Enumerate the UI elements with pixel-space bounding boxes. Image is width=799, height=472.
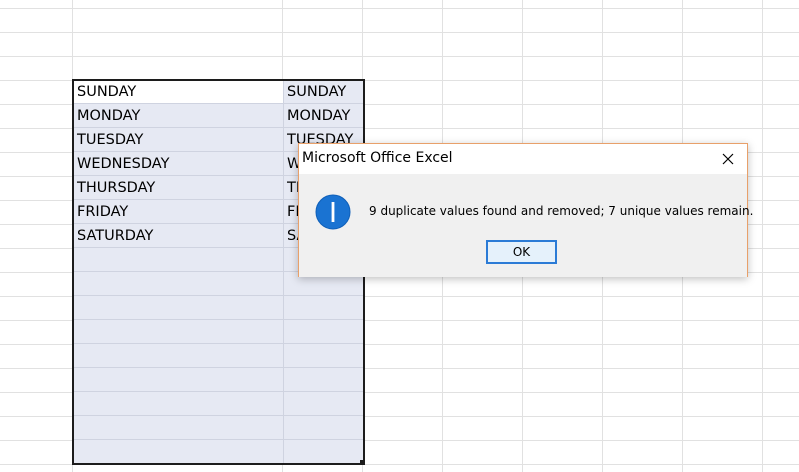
info-icon: [315, 194, 351, 230]
selection-row-line: [74, 367, 363, 368]
dialog-titlebar[interactable]: Microsoft Office Excel: [299, 144, 747, 174]
cell-b1[interactable]: SUNDAY: [287, 80, 363, 104]
selection-row-line: [74, 391, 363, 392]
selection-row-line: [74, 415, 363, 416]
cell-b2[interactable]: MONDAY: [287, 104, 363, 128]
column-divider: [283, 81, 284, 463]
cell-a5[interactable]: THURSDAY: [77, 176, 155, 200]
cell-a3[interactable]: TUESDAY: [77, 128, 143, 152]
fill-handle[interactable]: [360, 460, 365, 465]
dialog-body: 9 duplicate values found and removed; 7 …: [299, 174, 753, 277]
dialog-title: Microsoft Office Excel: [302, 150, 453, 166]
selection-row-line: [74, 319, 363, 320]
cell-a4[interactable]: WEDNESDAY: [77, 152, 169, 176]
row-gridline: [0, 56, 799, 57]
row-gridline: [0, 8, 799, 9]
cell-a1[interactable]: SUNDAY: [77, 80, 136, 104]
column-gridline: [762, 0, 763, 472]
message-dialog: Microsoft Office Excel 9 duplicate value…: [298, 143, 753, 277]
cell-a6[interactable]: FRIDAY: [77, 200, 128, 224]
row-gridline: [0, 32, 799, 33]
cell-a7[interactable]: SATURDAY: [77, 224, 153, 248]
cell-a2[interactable]: MONDAY: [77, 104, 140, 128]
selection-row-line: [74, 439, 363, 440]
ok-button[interactable]: OK: [486, 240, 557, 264]
selection-row-line: [74, 343, 363, 344]
dialog-message: 9 duplicate values found and removed; 7 …: [369, 204, 754, 218]
selection-row-line: [74, 295, 363, 296]
close-icon: [722, 153, 734, 165]
close-button[interactable]: [715, 147, 741, 171]
